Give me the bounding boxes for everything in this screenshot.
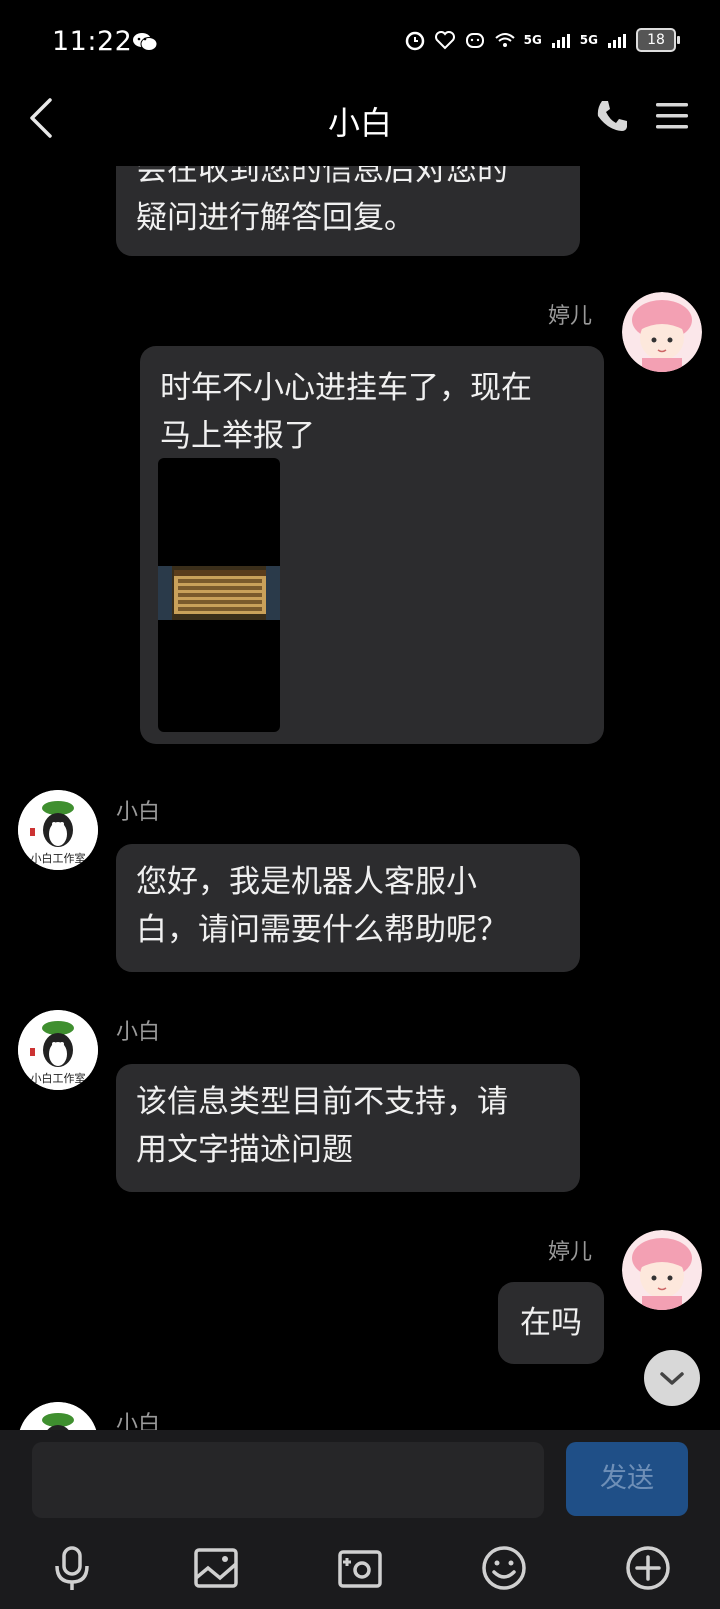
sender-name: 小白 [116,800,161,825]
wechat-icon [133,33,158,51]
message-text: 该信息类型目前不支持，请 [136,1084,508,1120]
user-avatar[interactable] [622,292,702,372]
sender-name: 小白 [116,1412,161,1430]
user-avatar-image [622,1230,702,1310]
app-notification-icon [465,33,484,48]
message-text: 白，请问需要什么帮助呢？ [136,912,508,948]
message-bubble[interactable]: 在吗 [498,1282,604,1364]
user-avatar-image [622,292,702,372]
message-text: 用文字描述问题 [136,1132,353,1168]
chat-screen: 11:22 5G 5G 18 小白 会在收到您的信息后对您的 疑问进行解答回复。… [0,0,720,1609]
bot-avatar[interactable] [18,1402,98,1430]
bot-avatar[interactable]: 小白工作室 [18,1010,98,1090]
send-button[interactable]: 发送 [566,1442,688,1516]
menu-icon[interactable] [654,100,690,132]
signal-5g-1: 5G [523,33,542,47]
sender-name: 婷儿 [548,304,593,329]
bot-avatar[interactable]: 小白工作室 [18,790,98,870]
message-bubble[interactable]: 您好，我是机器人客服小 白，请问需要什么帮助呢？ [116,844,580,972]
bot-avatar-image [19,1402,97,1430]
message-bubble[interactable]: 会在收到您的信息后对您的 疑问进行解答回复。 [116,166,580,256]
microphone-icon[interactable] [48,1544,96,1592]
message-input[interactable] [32,1442,544,1518]
input-area: 发送 [0,1430,720,1609]
signal-bars-icon [608,34,626,48]
signal-5g-2: 5G [579,33,598,47]
battery-indicator: 18 [636,28,680,52]
message-text: 马上举报了 [160,418,315,454]
signal-bars-icon [551,34,570,48]
game-screenshot-thumbnail [158,566,280,620]
message-text: 时年不小心进挂车了，现在 [160,370,532,406]
message-list[interactable]: 会在收到您的信息后对您的 疑问进行解答回复。 婷儿 时年不小心进挂车了，现在 马… [0,166,720,1430]
message-bubble[interactable]: 时年不小心进挂车了，现在 马上举报了 [140,346,604,744]
message-text: 会在收到您的信息后对您的 [136,166,508,188]
status-bar: 11:22 5G 5G 18 [0,0,720,86]
bot-avatar-caption: 小白工作室 [30,1072,86,1085]
phone-icon[interactable] [594,98,630,134]
plus-icon[interactable] [624,1544,672,1592]
emoji-icon[interactable] [480,1544,528,1592]
chevron-down-icon [660,1372,684,1385]
chat-header: 小白 [0,86,720,166]
wifi-icon [494,33,515,47]
heart-icon [434,31,455,50]
sender-name: 婷儿 [548,1240,593,1265]
message-image[interactable] [158,458,280,732]
scroll-to-bottom-button[interactable] [644,1350,700,1406]
sender-name: 小白 [116,1020,161,1045]
status-time: 11:22 [52,26,133,57]
alarm-icon [405,31,424,51]
status-icons: 5G 5G 18 [404,28,680,52]
image-icon[interactable] [192,1544,240,1592]
user-avatar[interactable] [622,1230,702,1310]
message-bubble[interactable]: 该信息类型目前不支持，请 用文字描述问题 [116,1064,580,1192]
message-text: 疑问进行解答回复。 [136,200,415,236]
bot-avatar-caption: 小白工作室 [30,852,86,865]
camera-icon[interactable] [336,1544,384,1592]
message-text: 您好，我是机器人客服小 [136,864,477,900]
message-text: 在吗 [520,1305,582,1341]
